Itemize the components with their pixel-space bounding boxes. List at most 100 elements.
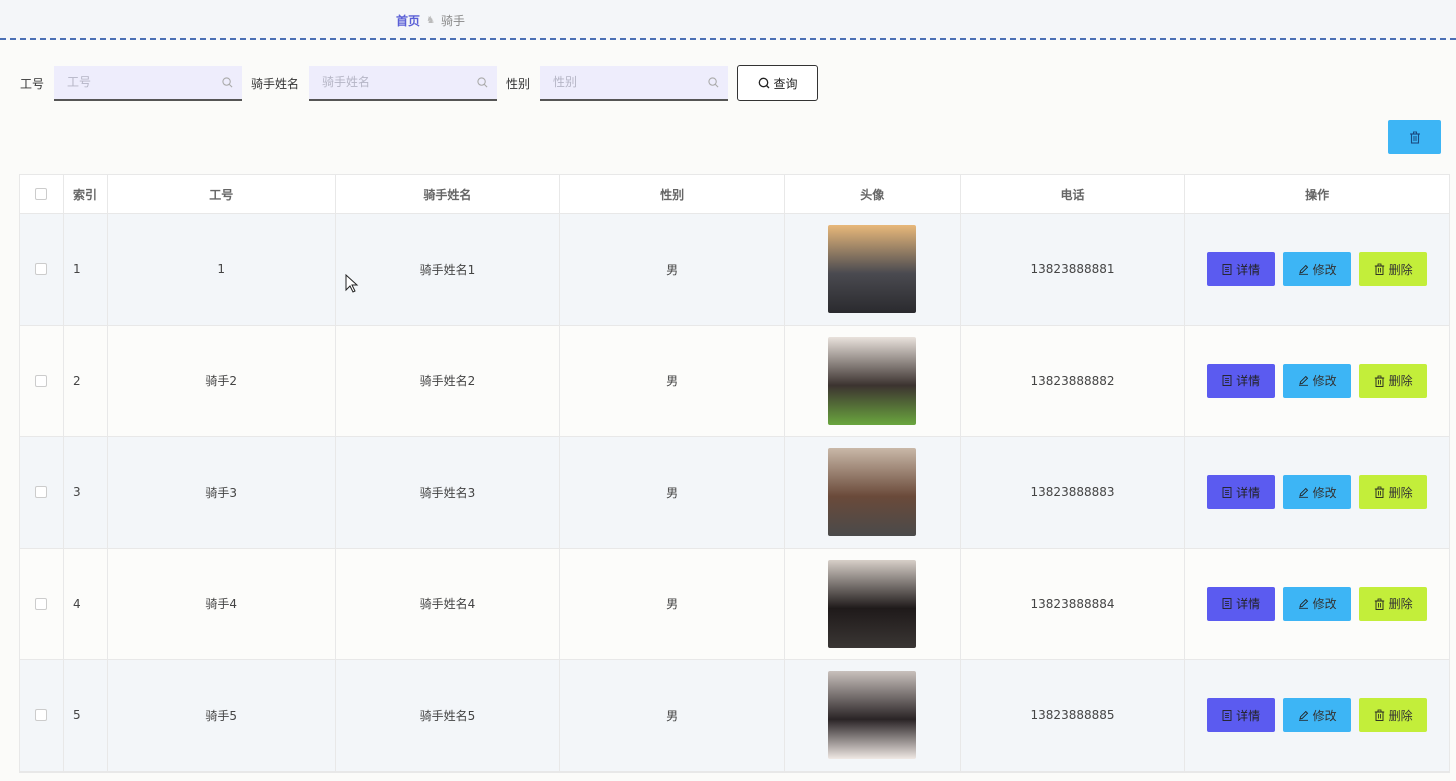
row-phone: 13823888885 xyxy=(961,660,1186,771)
edit-button[interactable]: 修改 xyxy=(1283,363,1352,398)
row-name: 骑手姓名3 xyxy=(336,437,561,548)
table-row: 1 1 骑手姓名1 男 13823888881 详情 修改 删除 xyxy=(20,214,1449,326)
detail-button[interactable]: 详情 xyxy=(1207,252,1276,287)
table-row: 2 骑手2 骑手姓名2 男 13823888882 详情 修改 删除 xyxy=(20,325,1449,437)
trash-icon xyxy=(1374,486,1384,499)
table-row: 3 骑手3 骑手姓名3 男 13823888883 详情 修改 删除 xyxy=(20,437,1449,549)
row-actions: 详情 修改 删除 xyxy=(1185,437,1449,548)
row-name: 骑手姓名4 xyxy=(336,548,561,659)
row-name: 骑手姓名1 xyxy=(336,214,561,325)
row-phone: 13823888882 xyxy=(961,325,1186,436)
delete-button-label: 删除 xyxy=(1388,597,1413,612)
row-checkbox[interactable] xyxy=(35,263,48,276)
row-avatar-cell xyxy=(785,437,961,548)
row-gender: 男 xyxy=(560,325,785,436)
detail-button-label: 详情 xyxy=(1236,374,1261,389)
row-actions: 详情 修改 删除 xyxy=(1185,326,1449,437)
breadcrumb-home[interactable]: 首页 xyxy=(396,12,420,29)
document-icon xyxy=(1222,263,1232,275)
select-all-checkbox[interactable] xyxy=(35,188,48,200)
row-no: 骑手2 xyxy=(108,325,336,436)
pencil-icon xyxy=(1298,487,1308,498)
row-avatar-cell xyxy=(785,660,961,771)
row-checkbox[interactable] xyxy=(35,486,48,499)
row-no: 骑手4 xyxy=(108,548,336,659)
batch-delete-button[interactable] xyxy=(1388,120,1441,154)
edit-button[interactable]: 修改 xyxy=(1283,475,1352,510)
breadcrumb-bar: 首页 ♞ 骑手 xyxy=(0,0,1456,40)
delete-button[interactable]: 删除 xyxy=(1359,698,1428,733)
row-name: 骑手姓名2 xyxy=(336,325,561,436)
search-field-name xyxy=(309,65,498,101)
search-input-no[interactable] xyxy=(54,65,243,99)
delete-button[interactable]: 删除 xyxy=(1359,475,1428,510)
avatar[interactable] xyxy=(828,336,917,425)
row-actions: 详情 修改 删除 xyxy=(1185,660,1449,771)
query-button[interactable]: 查询 xyxy=(737,65,819,101)
row-actions: 详情 修改 删除 xyxy=(1185,214,1449,325)
table-row: 4 骑手4 骑手姓名4 男 13823888884 详情 修改 删除 xyxy=(20,548,1449,660)
trash-icon xyxy=(1374,375,1384,387)
detail-button[interactable]: 详情 xyxy=(1207,475,1276,510)
row-gender: 男 xyxy=(560,214,785,325)
edit-button-label: 修改 xyxy=(1312,262,1337,277)
avatar[interactable] xyxy=(828,448,917,537)
row-gender: 男 xyxy=(560,660,785,771)
detail-button-label: 详情 xyxy=(1236,262,1261,277)
row-no: 1 xyxy=(108,214,336,325)
row-select-cell xyxy=(20,214,64,325)
detail-button-label: 详情 xyxy=(1236,485,1261,500)
breadcrumb: 首页 ♞ 骑手 xyxy=(396,12,465,29)
detail-button[interactable]: 详情 xyxy=(1207,363,1276,398)
trash-icon xyxy=(1374,598,1384,610)
header-index: 索引 xyxy=(64,175,108,213)
search-input-gender[interactable] xyxy=(540,65,729,99)
detail-button[interactable]: 详情 xyxy=(1207,698,1276,733)
row-name: 骑手姓名5 xyxy=(336,660,561,771)
edit-button[interactable]: 修改 xyxy=(1283,586,1352,621)
search-field-no xyxy=(54,65,243,101)
row-index: 5 xyxy=(64,660,108,771)
row-phone: 13823888881 xyxy=(961,214,1186,325)
avatar[interactable] xyxy=(828,225,917,314)
header-gender: 性别 xyxy=(560,175,785,213)
row-checkbox[interactable] xyxy=(35,597,48,610)
row-gender: 男 xyxy=(560,437,785,548)
edit-button-label: 修改 xyxy=(1312,597,1337,612)
row-avatar-cell xyxy=(785,548,961,659)
row-index: 2 xyxy=(64,325,108,436)
row-gender: 男 xyxy=(560,548,785,659)
breadcrumb-current: 骑手 xyxy=(440,14,465,28)
trash-icon xyxy=(1374,263,1384,276)
avatar[interactable] xyxy=(828,559,917,648)
search-icon xyxy=(708,76,719,87)
row-checkbox[interactable] xyxy=(35,709,48,722)
header-select-all xyxy=(20,175,64,213)
header-phone: 电话 xyxy=(961,175,1186,213)
detail-button[interactable]: 详情 xyxy=(1207,586,1276,621)
trash-icon xyxy=(1374,709,1384,722)
document-icon xyxy=(1222,486,1232,498)
rider-table: 索引 工号 骑手姓名 性别 头像 电话 操作 1 1 骑手姓名1 男 13823… xyxy=(19,174,1450,773)
search-field-gender xyxy=(540,65,729,101)
row-checkbox[interactable] xyxy=(35,374,48,387)
edit-button[interactable]: 修改 xyxy=(1283,698,1352,733)
table-header: 索引 工号 骑手姓名 性别 头像 电话 操作 xyxy=(20,175,1449,214)
delete-button-label: 删除 xyxy=(1388,374,1413,389)
row-index: 1 xyxy=(64,214,108,325)
row-phone: 13823888883 xyxy=(961,437,1186,548)
row-select-cell xyxy=(20,660,64,771)
header-avatar: 头像 xyxy=(785,175,961,213)
search-icon xyxy=(222,76,233,87)
trash-icon xyxy=(1409,131,1420,144)
delete-button[interactable]: 删除 xyxy=(1359,363,1428,398)
edit-button[interactable]: 修改 xyxy=(1283,252,1352,287)
delete-button[interactable]: 删除 xyxy=(1359,586,1428,621)
search-icon xyxy=(758,77,769,89)
delete-button[interactable]: 删除 xyxy=(1359,252,1428,287)
search-input-name[interactable] xyxy=(309,65,498,99)
detail-button-label: 详情 xyxy=(1236,708,1261,723)
avatar[interactable] xyxy=(828,671,917,760)
pencil-icon xyxy=(1298,264,1308,275)
header-name: 骑手姓名 xyxy=(336,175,561,213)
